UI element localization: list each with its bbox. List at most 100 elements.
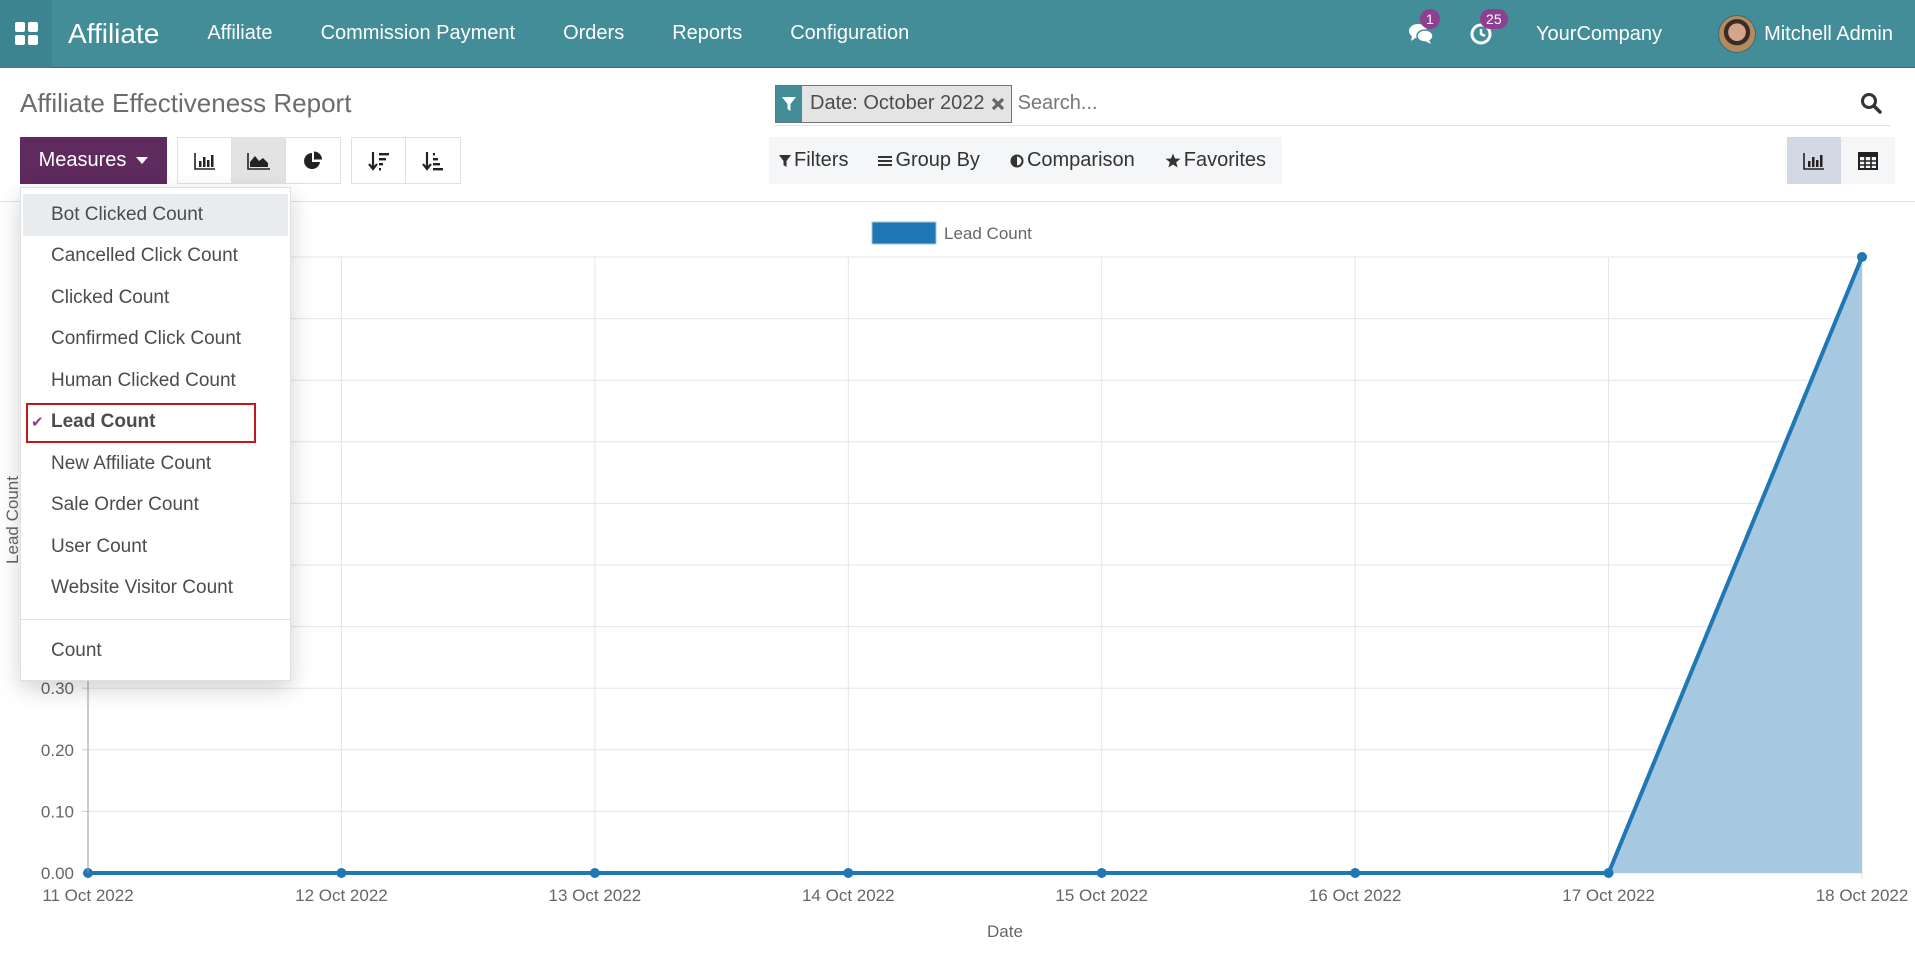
user-menu[interactable]: Mitchell Admin (1718, 15, 1893, 53)
legend-swatch (871, 221, 937, 245)
sort-descending-button[interactable] (352, 138, 406, 183)
view-switcher (1787, 137, 1895, 184)
sort-descending-icon (367, 151, 389, 171)
chart-type-group (177, 137, 341, 184)
search-button[interactable] (1860, 92, 1882, 119)
line-chart-button[interactable] (232, 138, 286, 183)
measure-item[interactable]: Website Visitor Count (21, 568, 290, 610)
y-tick-label: 0.20 (41, 741, 74, 760)
search-input[interactable] (1017, 92, 1818, 115)
filter-icon (779, 154, 791, 167)
company-switcher[interactable]: YourCompany (1536, 23, 1662, 46)
activities-badge: 25 (1480, 9, 1508, 29)
x-tick-label: 15 Oct 2022 (1055, 886, 1148, 905)
navbar-systray: 1 25 YourCompany Mitchell Admin (1406, 0, 1915, 68)
x-tick-label: 12 Oct 2022 (295, 886, 388, 905)
filters-button[interactable]: Filters (779, 149, 848, 172)
adjust-icon (1010, 154, 1024, 167)
favorites-label: Favorites (1183, 149, 1267, 171)
top-navbar: Affiliate Affiliate Commission Payment O… (0, 0, 1915, 68)
messages-badge: 1 (1420, 9, 1440, 29)
x-axis-title: Date (987, 922, 1023, 941)
app-brand[interactable]: Affiliate (68, 18, 159, 50)
bar-chart-button[interactable] (178, 138, 232, 183)
caret-down-icon (136, 157, 149, 164)
check-icon: ✔ (31, 413, 44, 431)
measure-label: Sale Order Count (51, 494, 199, 516)
measures-button[interactable]: Measures (20, 137, 167, 184)
group-by-label: Group By (895, 149, 980, 171)
x-tick-label: 14 Oct 2022 (802, 886, 895, 905)
menu-orders[interactable]: Orders (563, 22, 624, 45)
data-point (1603, 868, 1614, 878)
menu-commission-payment[interactable]: Commission Payment (321, 22, 516, 45)
graph-view-button[interactable] (1787, 137, 1841, 184)
measure-label: Lead Count (51, 411, 156, 433)
measure-label: Cancelled Click Count (51, 245, 238, 267)
area-chart-icon (246, 152, 270, 170)
filter-icon (776, 85, 802, 122)
search-icon (1861, 93, 1882, 114)
bar-chart-icon (193, 152, 215, 170)
measure-item[interactable]: New Affiliate Count (21, 443, 290, 485)
measure-label: New Affiliate Count (51, 452, 212, 474)
measure-label: Human Clicked Count (51, 369, 236, 391)
table-icon (1858, 151, 1878, 170)
search-facet: Date: October 2022 (775, 84, 1012, 123)
search-options-bar: Filters Group By Comparison Favorites (769, 137, 1283, 184)
measure-item[interactable]: ✔ Lead Count (21, 402, 290, 444)
search-bar: Date: October 2022 (775, 82, 1890, 126)
menu-configuration[interactable]: Configuration (790, 22, 909, 45)
y-tick-label: 0.10 (41, 802, 74, 821)
comparison-button[interactable]: Comparison (1010, 149, 1135, 172)
measure-item[interactable]: Clicked Count (21, 277, 290, 319)
filters-label: Filters (794, 149, 849, 171)
menu-reports[interactable]: Reports (672, 22, 742, 45)
data-point (1857, 252, 1867, 262)
sort-ascending-icon (422, 151, 443, 171)
dropdown-divider (21, 619, 290, 620)
comparison-label: Comparison (1026, 149, 1135, 171)
menu-affiliate[interactable]: Affiliate (207, 22, 272, 45)
y-tick-label: 0.00 (41, 864, 74, 883)
remove-facet-button[interactable] (991, 86, 1011, 122)
measure-label: Confirmed Click Count (51, 328, 242, 350)
measure-item[interactable]: Sale Order Count (21, 485, 290, 527)
measure-item[interactable]: Confirmed Click Count (21, 319, 290, 361)
favorites-button[interactable]: Favorites (1165, 149, 1266, 172)
user-avatar (1718, 15, 1757, 53)
close-icon (991, 97, 1004, 110)
measure-item[interactable]: Bot Clicked Count (23, 194, 288, 236)
x-tick-label: 17 Oct 2022 (1562, 886, 1655, 905)
measure-item[interactable]: Human Clicked Count (21, 360, 290, 402)
pie-chart-button[interactable] (286, 138, 340, 183)
page-title: Affiliate Effectiveness Report (20, 88, 352, 118)
star-icon (1165, 153, 1181, 168)
x-tick-label: 11 Oct 2022 (42, 886, 133, 905)
apps-grid-icon (14, 22, 38, 45)
activities-button[interactable]: 25 (1466, 9, 1508, 49)
legend-label: Lead Count (944, 224, 1032, 243)
measure-item[interactable]: Cancelled Click Count (21, 236, 290, 278)
pivot-view-button[interactable] (1841, 137, 1895, 184)
measure-item[interactable]: Count (21, 630, 290, 672)
messages-button[interactable]: 1 (1406, 9, 1440, 49)
sort-ascending-button[interactable] (406, 138, 460, 183)
user-name: Mitchell Admin (1764, 22, 1893, 45)
control-panel: Affiliate Effectiveness Report Measures (0, 68, 1915, 202)
measure-label: User Count (51, 535, 148, 557)
data-point (843, 868, 854, 878)
group-by-button[interactable]: Group By (878, 149, 980, 172)
x-tick-label: 13 Oct 2022 (549, 886, 642, 905)
x-tick-label: 16 Oct 2022 (1309, 886, 1402, 905)
measure-label: Count (51, 639, 102, 661)
measure-label: Clicked Count (51, 286, 170, 308)
app-switcher-button[interactable] (0, 0, 52, 68)
data-point (1350, 868, 1361, 878)
measure-label: Website Visitor Count (51, 577, 233, 599)
data-point (589, 868, 600, 878)
data-point (336, 868, 347, 878)
x-tick-label: 18 Oct 2022 (1816, 886, 1909, 905)
measure-item[interactable]: User Count (21, 526, 290, 568)
data-point (1096, 868, 1107, 878)
